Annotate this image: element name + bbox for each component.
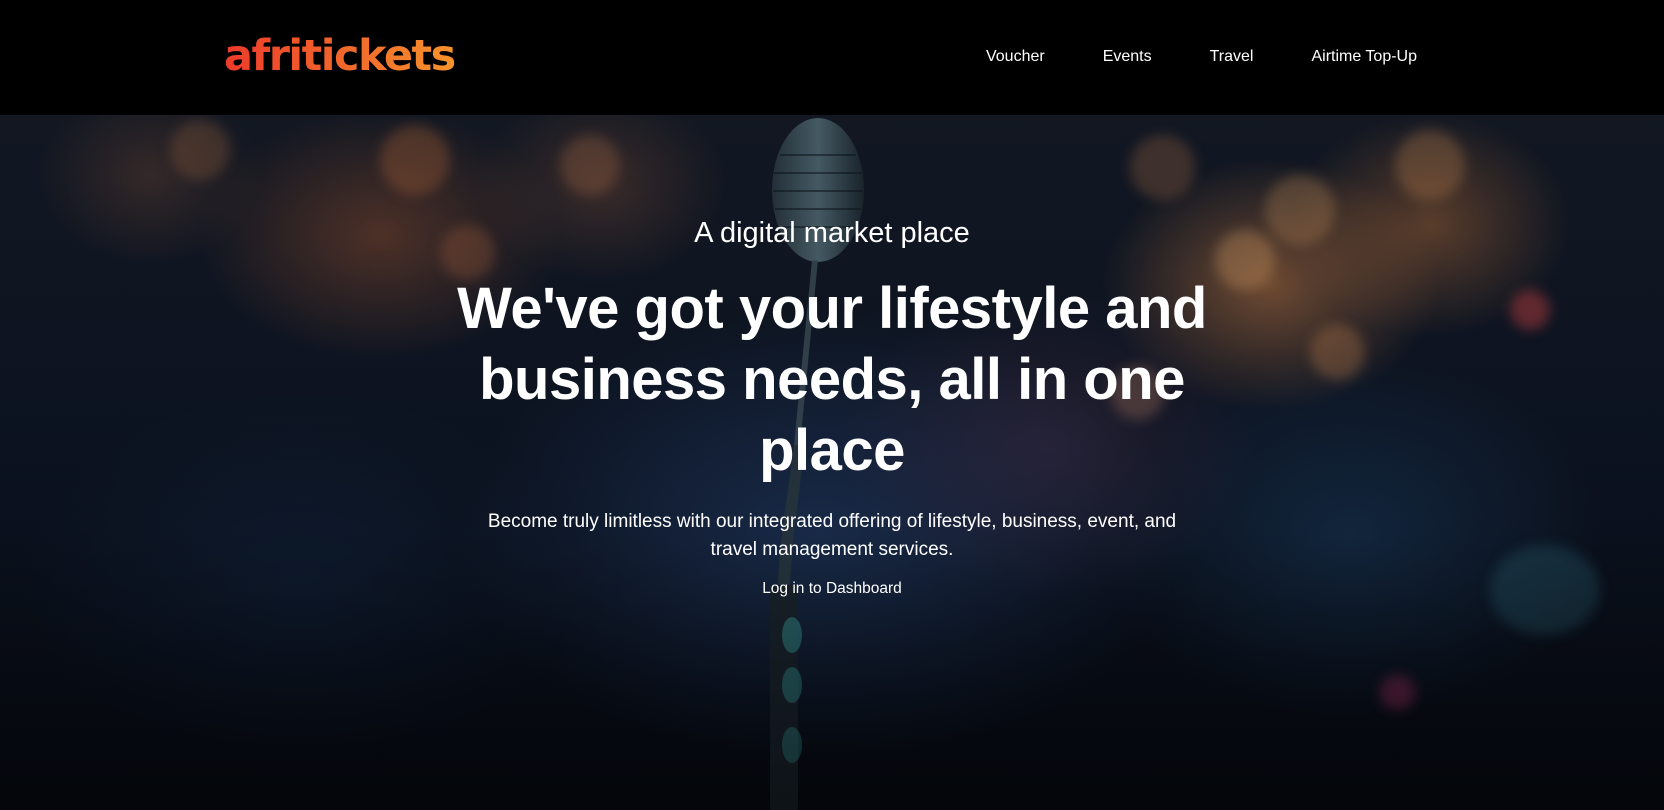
hero-content: A digital market place We've got your li…	[432, 215, 1232, 598]
page: afritickets Voucher Events Travel Airtim…	[0, 0, 1664, 810]
hero-section: A digital market place We've got your li…	[0, 115, 1664, 810]
nav-item-voucher[interactable]: Voucher	[986, 43, 1045, 71]
nav-item-events[interactable]: Events	[1103, 43, 1152, 71]
hero-headline: We've got your lifestyle and business ne…	[457, 276, 1207, 483]
main-nav: Voucher Events Travel Airtime Top-Up	[986, 43, 1417, 71]
afritickets-logo[interactable]: afritickets	[224, 26, 456, 86]
nav-item-airtime-top-up[interactable]: Airtime Top-Up	[1311, 43, 1417, 71]
hero-subtitle: A digital market place	[694, 217, 970, 249]
top-navigation-bar: afritickets Voucher Events Travel Airtim…	[0, 0, 1664, 115]
nav-item-travel[interactable]: Travel	[1210, 43, 1254, 71]
hero-description: Become truly limitless with our integrat…	[487, 511, 1177, 560]
login-to-dashboard-link[interactable]: Log in to Dashboard	[762, 580, 902, 598]
